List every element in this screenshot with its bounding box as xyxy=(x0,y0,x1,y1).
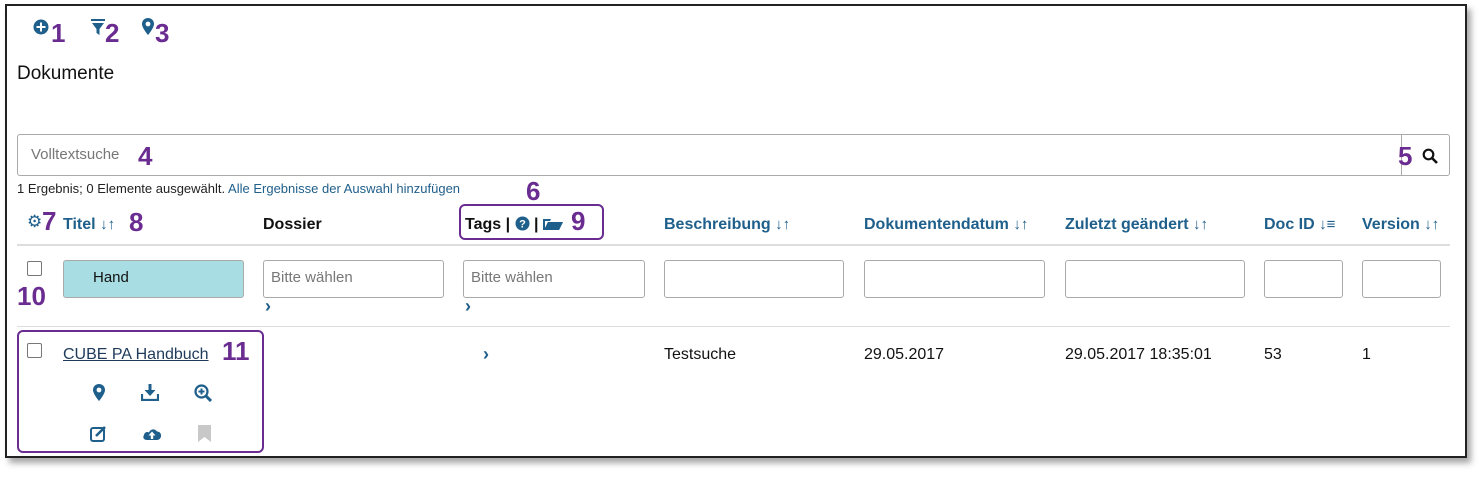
row-beschreibung: Testsuche xyxy=(664,346,737,363)
sort-icon[interactable]: ↓↑ xyxy=(1013,216,1028,233)
sort-icon[interactable]: ↓↑ xyxy=(100,216,115,233)
help-icon[interactable]: ? xyxy=(515,216,530,233)
sort-icon[interactable]: ↓↑ xyxy=(1424,216,1439,233)
map-marker-icon xyxy=(93,384,105,401)
titel-header-label: Titel xyxy=(63,216,96,233)
tags-filter-select[interactable]: Bitte wählen xyxy=(463,260,645,298)
header-divider xyxy=(17,244,1450,246)
download-button[interactable] xyxy=(140,384,160,406)
callout-9: 9 xyxy=(571,206,586,236)
docid-filter-input[interactable] xyxy=(1264,260,1343,298)
tags-header-label: Tags xyxy=(465,216,502,233)
callout-5: 5 xyxy=(1398,141,1413,171)
beschreibung-header-label: Beschreibung xyxy=(664,216,771,233)
row-dokumentendatum: 29.05.2017 xyxy=(864,346,945,363)
filter-button[interactable] xyxy=(91,19,105,40)
cloud-upload-icon xyxy=(143,429,162,440)
dossier-filter-select[interactable]: Bitte wählen xyxy=(263,260,444,298)
chevron-right-icon[interactable]: › xyxy=(465,296,471,317)
zoom-in-icon xyxy=(194,384,213,403)
edit-icon xyxy=(90,426,106,442)
column-header-dossier: Dossier xyxy=(263,216,322,233)
sort-desc-icon[interactable]: ↓≡ xyxy=(1319,216,1335,233)
column-header-dokumentendatum[interactable]: Dokumentendatum ↓↑ xyxy=(864,216,1028,234)
beschreibung-filter-input[interactable] xyxy=(664,260,844,298)
column-header-docid[interactable]: Doc ID ↓≡ xyxy=(1264,216,1335,234)
edit-button[interactable] xyxy=(90,425,107,447)
row-checkbox[interactable] xyxy=(27,343,42,358)
locate-button[interactable] xyxy=(93,384,105,406)
location-button[interactable] xyxy=(142,18,154,40)
add-all-results-link[interactable]: Alle Ergebnisse der Auswahl hinzufügen xyxy=(228,181,460,196)
results-summary: 1 Ergebnis; 0 Elemente ausgewählt. Alle … xyxy=(17,181,460,196)
callout-2: 2 xyxy=(105,18,120,48)
filter-icon xyxy=(91,19,105,35)
callout-8: 8 xyxy=(129,207,144,237)
sort-icon[interactable]: ↓↑ xyxy=(775,216,790,233)
column-settings-button[interactable]: ⚙ xyxy=(27,212,42,232)
sort-icon[interactable]: ↓↑ xyxy=(1193,216,1208,233)
map-marker-icon xyxy=(142,18,154,35)
svg-text:?: ? xyxy=(519,219,526,231)
row-docid: 53 xyxy=(1264,346,1282,363)
zuletzt-header-label: Zuletzt geändert xyxy=(1065,216,1189,233)
row-divider xyxy=(17,326,1450,327)
search-button[interactable]: 5 xyxy=(1398,134,1450,176)
select-all-checkbox[interactable] xyxy=(27,261,42,276)
version-filter-input[interactable] xyxy=(1362,260,1441,298)
docid-header-label: Doc ID xyxy=(1264,216,1315,233)
column-header-titel[interactable]: Titel ↓↑ xyxy=(63,216,115,234)
zuletzt-filter-input[interactable] xyxy=(1065,260,1245,298)
preview-button[interactable] xyxy=(194,384,213,407)
gear-icon: ⚙ xyxy=(27,212,43,231)
bookmark-button[interactable] xyxy=(198,425,211,447)
callout-10: 10 xyxy=(17,281,46,311)
page-title: Dokumente xyxy=(17,63,115,84)
row-version: 1 xyxy=(1362,346,1371,363)
results-count-text: 1 Ergebnis; 0 Elemente ausgewählt. xyxy=(17,181,226,196)
column-header-tags: Tags | ? | xyxy=(465,216,563,234)
chevron-right-icon[interactable]: › xyxy=(483,344,489,365)
version-header-label: Version xyxy=(1362,216,1420,233)
bookmark-icon xyxy=(198,425,211,442)
search-input[interactable]: Volltextsuche 4 xyxy=(17,134,1402,176)
search-placeholder: Volltextsuche xyxy=(31,146,120,163)
callout-11: 11 xyxy=(222,336,250,366)
column-header-version[interactable]: Version ↓↑ xyxy=(1362,216,1439,234)
dokumentendatum-filter-input[interactable] xyxy=(864,260,1045,298)
callout-1: 1 xyxy=(51,18,66,48)
search-icon xyxy=(1422,148,1438,164)
callout-4: 4 xyxy=(138,141,153,171)
add-document-button[interactable] xyxy=(33,19,49,40)
callout-6: 6 xyxy=(526,176,541,206)
folder-open-icon[interactable] xyxy=(542,216,563,233)
plus-circle-icon xyxy=(33,19,49,35)
callout-3: 3 xyxy=(155,18,170,48)
row-zuletzt-geaendert: 29.05.2017 18:35:01 xyxy=(1065,346,1212,363)
callout-7: 7 xyxy=(42,206,57,236)
titel-filter-input[interactable]: Hand xyxy=(63,260,244,298)
chevron-right-icon[interactable]: › xyxy=(265,296,271,317)
document-title-link[interactable]: CUBE PA Handbuch xyxy=(63,346,209,364)
document-list-panel: 1 2 3 Dokumente Volltextsuche 4 5 1 Erge… xyxy=(5,4,1467,458)
upload-button[interactable] xyxy=(142,426,162,447)
column-header-zuletzt-geaendert[interactable]: Zuletzt geändert ↓↑ xyxy=(1065,216,1208,234)
download-icon xyxy=(140,384,160,402)
column-header-beschreibung[interactable]: Beschreibung ↓↑ xyxy=(664,216,790,234)
dokumentendatum-header-label: Dokumentendatum xyxy=(864,216,1009,233)
